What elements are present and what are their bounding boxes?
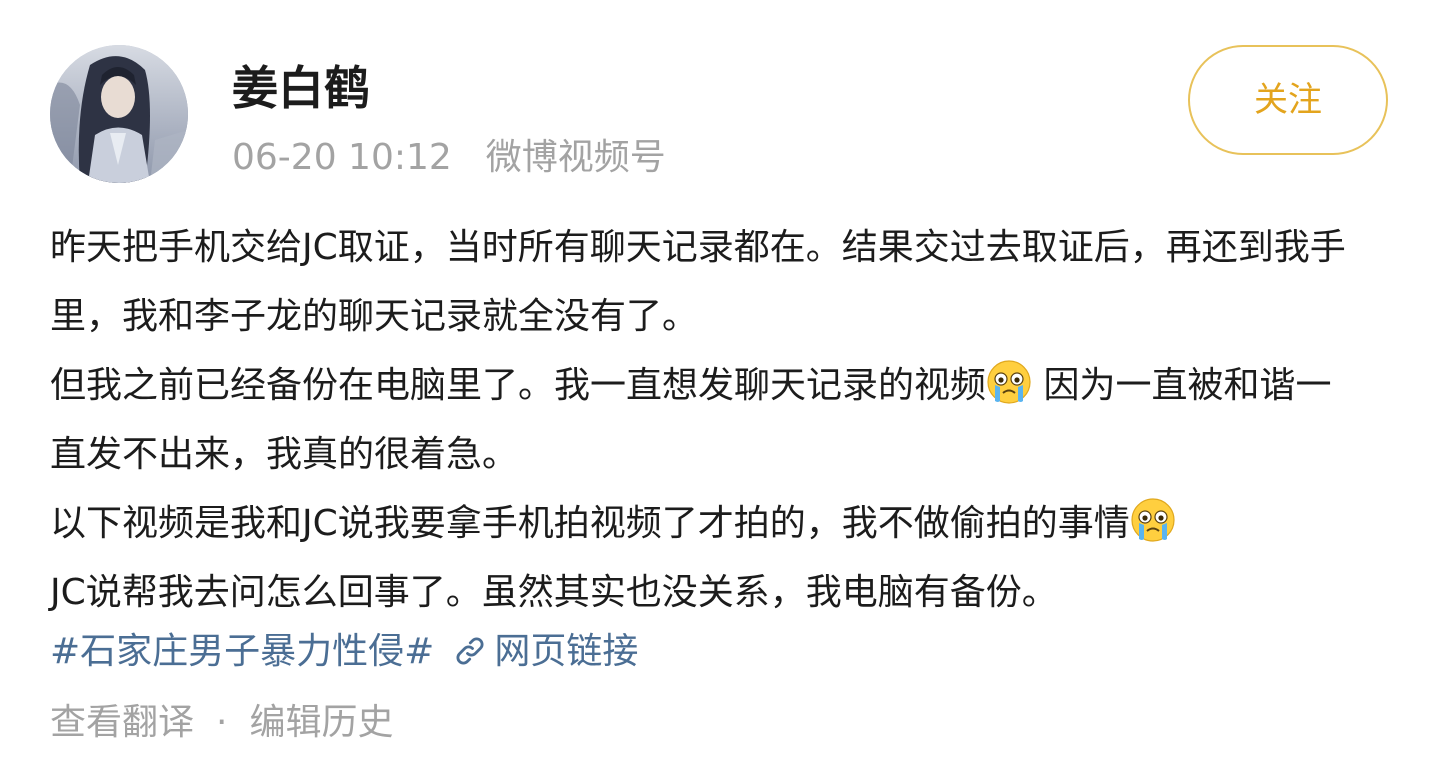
avatar-image xyxy=(50,45,188,183)
link-icon xyxy=(452,633,488,669)
follow-button[interactable]: 关注 xyxy=(1188,45,1388,155)
web-link-label: 网页链接 xyxy=(494,631,639,672)
translate-button[interactable]: 查看翻译 xyxy=(50,702,194,743)
content-line: 直发不出来，我真的很着急。 xyxy=(50,434,519,475)
content-line: 昨天把手机交给JC取证，当时所有聊天记录都在。结果交过去取证后，再还到我手 xyxy=(50,227,1346,268)
content-text: 但我之前已经备份在电脑里了。我一直想发聊天记录的视频 xyxy=(50,365,987,406)
post-meta: 06-20 10:12 微博视频号 xyxy=(232,134,666,182)
username[interactable]: 姜白鹤 xyxy=(232,58,370,118)
content-text: 因为一直被和谐一 xyxy=(1032,365,1332,406)
post-footer: 查看翻译 · 编辑历史 xyxy=(50,688,393,757)
post-timestamp: 06-20 10:12 xyxy=(232,137,452,178)
post-tags: #石家庄男子暴力性侵# 网页链接 xyxy=(50,617,638,686)
content-line: 但我之前已经备份在电脑里了。我一直想发聊天记录的视频 因为一直被和谐一 xyxy=(50,351,1400,420)
content-text: 以下视频是我和JC说我要拿手机拍视频了才拍的，我不做偷拍的事情 xyxy=(50,503,1130,544)
content-line: 以下视频是我和JC说我要拿手机拍视频了才拍的，我不做偷拍的事情 xyxy=(50,489,1400,558)
crying-face-emoji-icon xyxy=(1130,497,1176,543)
content-line: 里，我和李子龙的聊天记录就全没有了。 xyxy=(50,296,699,337)
web-link[interactable]: 网页链接 xyxy=(452,631,638,672)
crying-face-emoji-icon xyxy=(986,359,1032,405)
post-content: 昨天把手机交给JC取证，当时所有聊天记录都在。结果交过去取证后，再还到我手 里，… xyxy=(50,213,1400,627)
edit-history-button[interactable]: 编辑历史 xyxy=(249,702,393,743)
post-source[interactable]: 微博视频号 xyxy=(486,137,666,178)
footer-separator: · xyxy=(216,702,228,743)
weibo-post: 姜白鹤 06-20 10:12 微博视频号 关注 昨天把手机交给JC取证，当时所有… xyxy=(0,0,1440,768)
hashtag-link[interactable]: #石家庄男子暴力性侵# xyxy=(50,631,434,672)
avatar[interactable] xyxy=(50,45,188,183)
